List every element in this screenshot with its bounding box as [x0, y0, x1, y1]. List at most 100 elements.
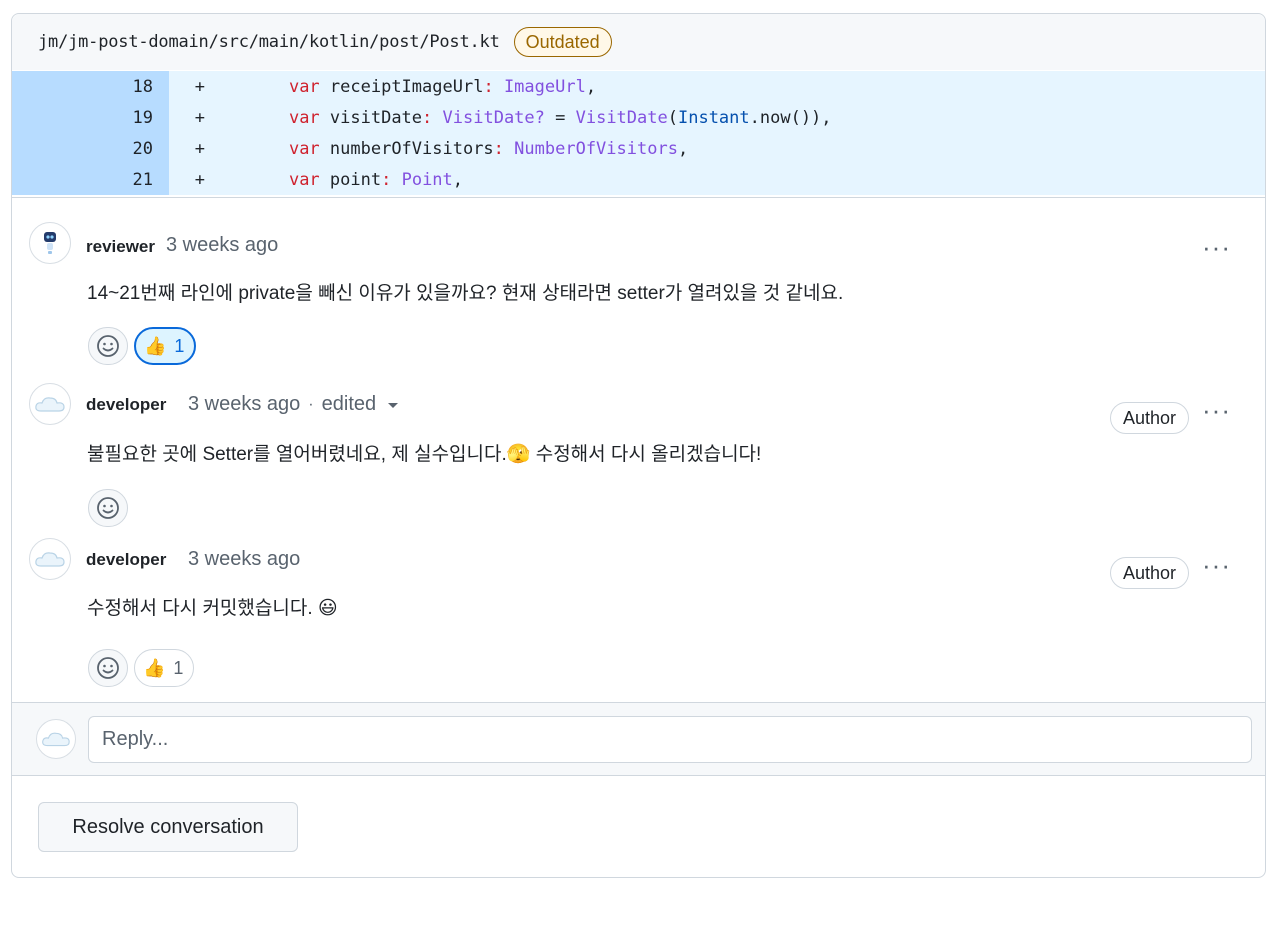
code-token: VisitDate? [442, 107, 545, 128]
outdated-badge: Outdated [513, 27, 612, 57]
thumbs-up-icon: 👍 [143, 657, 166, 678]
comment-text-suffix: 수정해서 다시 올리겠습니다! [530, 444, 762, 465]
avatar[interactable] [29, 538, 71, 580]
thumbs-up-icon: 👍 [144, 335, 167, 356]
reaction-count: 1 [174, 335, 185, 356]
code-token: , [585, 76, 597, 97]
add-reaction-button[interactable] [88, 327, 128, 365]
caret-down-icon[interactable] [388, 403, 399, 408]
code-content: var numberOfVisitors: NumberOfVisitors, [248, 139, 688, 159]
add-reaction-button[interactable] [88, 649, 128, 687]
current-user-avatar [36, 719, 76, 759]
code-token: var [288, 107, 320, 128]
thumbs-up-reaction-button[interactable]: 👍 1 [134, 649, 195, 687]
more-options-icon[interactable]: ··· [1202, 234, 1231, 260]
code-token: var [288, 138, 320, 159]
code-token: Point [401, 169, 453, 190]
smiley-icon [97, 657, 119, 679]
resolve-conversation-button[interactable]: Resolve conversation [38, 802, 298, 852]
code-token: : [381, 169, 392, 190]
thumbs-up-reaction-button[interactable]: 👍 1 [134, 327, 197, 365]
comment-body: 14~21번째 라인에 private을 빼신 이유가 있을까요? 현재 상태라… [87, 283, 844, 304]
comment-timestamp[interactable]: 3 weeks ago [188, 548, 300, 571]
comment-timestamp[interactable]: 3 weeks ago [166, 234, 278, 257]
line-number[interactable]: 21 [12, 164, 169, 195]
code-content: var receiptImageUrl: ImageUrl, [248, 77, 596, 97]
diff-line[interactable]: 21 + var point: Point, [12, 164, 1265, 195]
comment-timestamp[interactable]: 3 weeks ago [188, 393, 300, 416]
code-token: .now()), [749, 107, 832, 128]
edited-indicator[interactable]: edited [322, 393, 377, 416]
line-number[interactable]: 18 [12, 71, 169, 102]
diff-hunk: 18 + var receiptImageUrl: ImageUrl, 19 + va… [12, 70, 1265, 198]
code-token: VisitDate [575, 107, 668, 128]
code-token: receiptImageUrl [319, 76, 484, 97]
code-token: = [544, 107, 576, 128]
timestamp-text[interactable]: 3 weeks ago [166, 234, 278, 257]
comment-meta: 3 weeks ago · edited [188, 393, 399, 416]
code-token: : [483, 76, 494, 97]
comment-text: 불필요한 곳에 Setter를 열어버렸네요, 제 실수입니다. [87, 444, 507, 465]
code-token: , [452, 169, 464, 190]
reply-input[interactable] [88, 716, 1252, 763]
review-thread: jm/jm-post-domain/src/main/kotlin/post/P… [12, 14, 1265, 776]
line-number[interactable]: 19 [12, 102, 169, 133]
code-token: NumberOfVisitors [514, 138, 678, 159]
code-token: : [493, 138, 504, 159]
comment-body: 수정해서 다시 커밋했습니다. 😃 [87, 593, 338, 620]
code-token: : [422, 107, 433, 128]
timestamp-text[interactable]: 3 weeks ago [188, 548, 300, 571]
diff-line[interactable]: 18 + var receiptImageUrl: ImageUrl, [12, 71, 1265, 102]
avatar[interactable] [29, 383, 71, 425]
diff-line[interactable]: 20 + var numberOfVisitors: NumberOfVisito… [12, 133, 1265, 164]
code-token: , [677, 138, 689, 159]
comment-author[interactable]: reviewer [86, 237, 155, 257]
smiley-emoji-icon: 😃 [317, 598, 338, 619]
code-token: point [319, 169, 382, 190]
code-token: var [288, 169, 320, 190]
code-token: numberOfVisitors [319, 138, 494, 159]
review-thread-card: jm/jm-post-domain/src/main/kotlin/post/P… [11, 13, 1266, 878]
code-content: var visitDate: VisitDate? = VisitDate(In… [248, 108, 832, 128]
comment-body: 불필요한 곳에 Setter를 열어버렸네요, 제 실수입니다.🫣 수정해서 다… [87, 439, 761, 466]
cloud-avatar-icon [35, 552, 65, 567]
code-token: visitDate [319, 107, 423, 128]
diff-added-marker: + [194, 76, 205, 97]
author-badge: Author [1109, 557, 1189, 589]
line-number[interactable]: 20 [12, 133, 169, 164]
comment-author[interactable]: developer [86, 395, 166, 415]
smiley-icon [97, 335, 119, 357]
cloud-avatar-icon [42, 732, 70, 747]
smiley-icon [97, 497, 119, 519]
reaction-count: 1 [173, 657, 184, 678]
code-token: Instant [677, 107, 750, 128]
face-with-hand-over-mouth-emoji-icon: 🫣 [506, 444, 531, 465]
more-options-icon[interactable]: ··· [1202, 552, 1231, 578]
diff-added-marker: + [194, 138, 205, 159]
code-content: var point: Point, [248, 170, 463, 190]
more-options-icon[interactable]: ··· [1202, 397, 1231, 423]
code-token: ( [667, 107, 678, 128]
file-path-link[interactable]: jm/jm-post-domain/src/main/kotlin/post/P… [38, 32, 500, 52]
file-header: jm/jm-post-domain/src/main/kotlin/post/P… [12, 14, 1265, 70]
robot-avatar-icon [44, 232, 56, 254]
diff-line[interactable]: 19 + var visitDate: VisitDate? = VisitDat… [12, 102, 1265, 133]
avatar[interactable] [29, 222, 71, 264]
comment-text: 수정해서 다시 커밋했습니다. [87, 598, 313, 619]
cloud-avatar-icon [35, 397, 65, 412]
diff-added-marker: + [194, 169, 205, 190]
reply-bar [12, 702, 1265, 775]
add-reaction-button[interactable] [88, 489, 128, 527]
meta-separator: · [308, 395, 314, 413]
diff-added-marker: + [194, 107, 205, 128]
code-token: ImageUrl [503, 76, 586, 97]
comment-author[interactable]: developer [86, 550, 166, 570]
